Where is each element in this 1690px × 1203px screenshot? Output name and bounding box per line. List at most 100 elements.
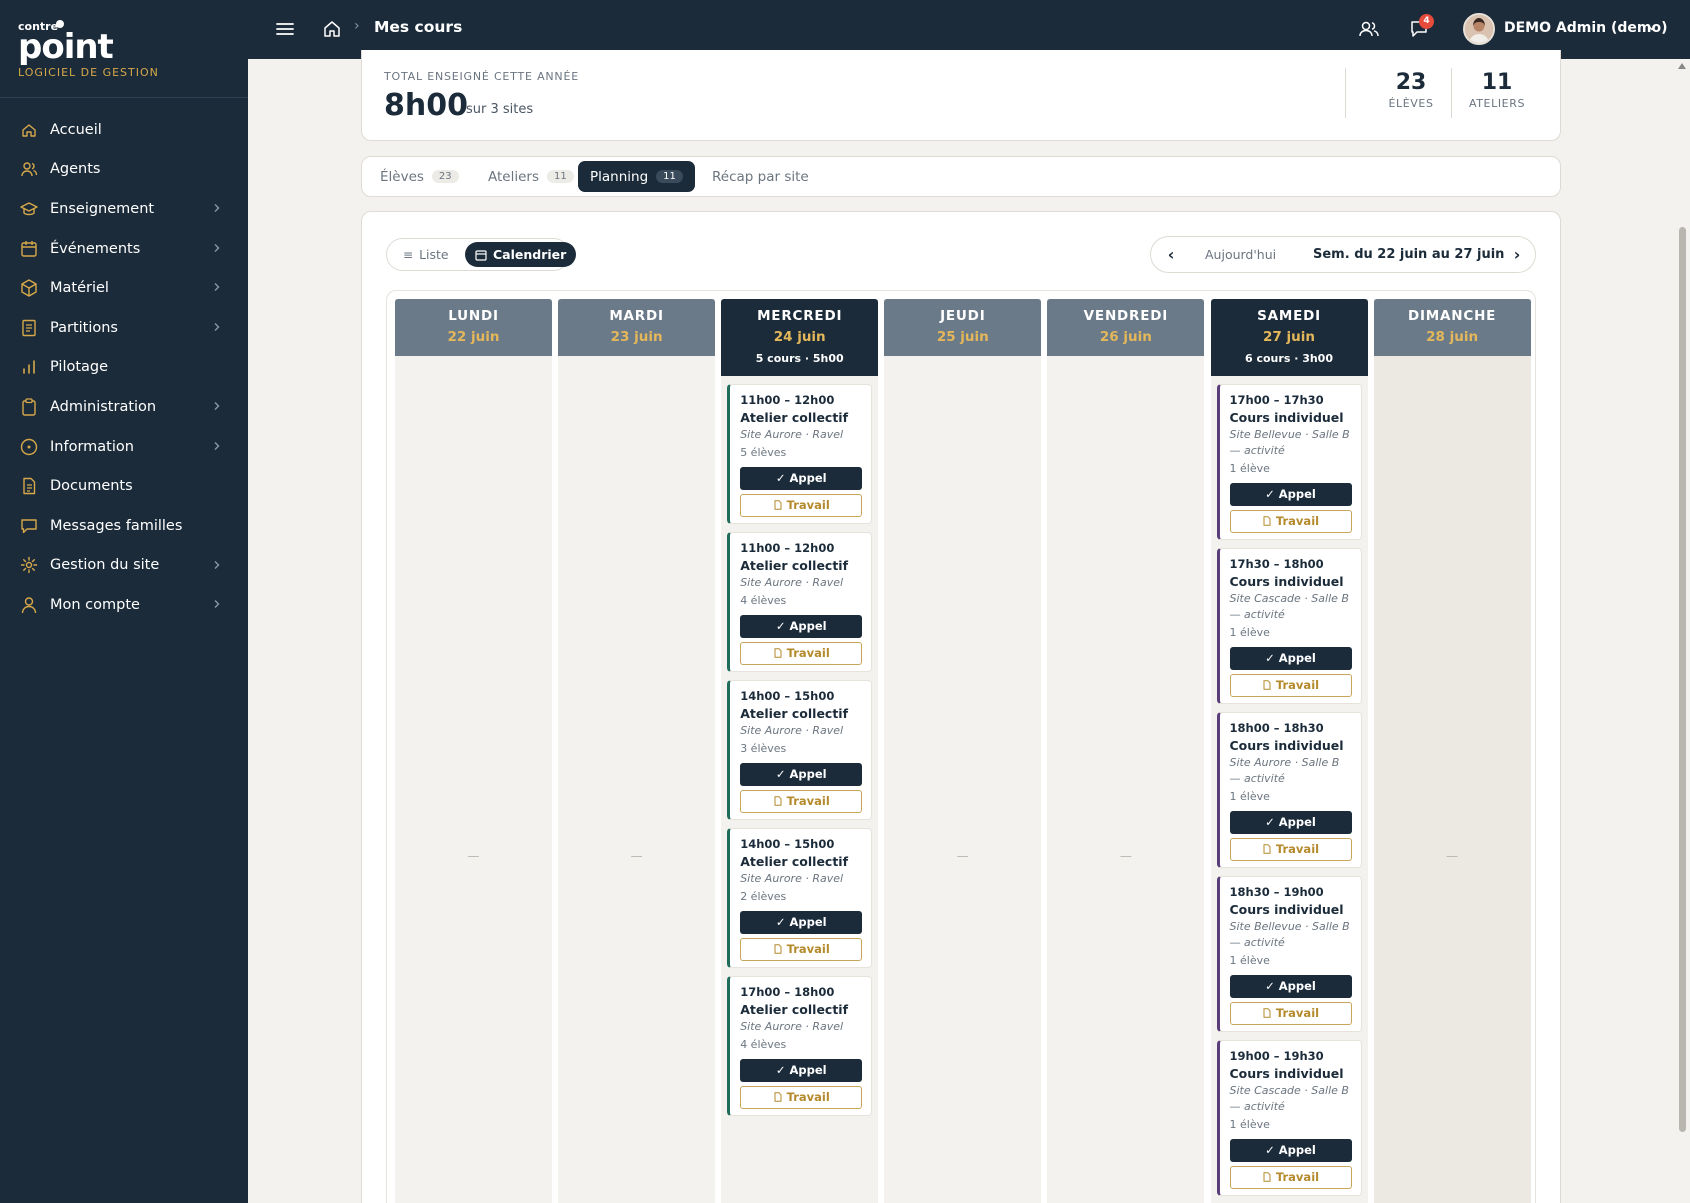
travail-button[interactable]: Travail [1229, 1002, 1352, 1025]
page-scrollbar[interactable] [1675, 59, 1690, 1203]
scroll-thumb[interactable] [1679, 227, 1686, 1132]
chevron-down-icon[interactable] [1646, 22, 1658, 34]
travail-button[interactable]: Travail [740, 1086, 863, 1109]
sidebar-item-messages-familles[interactable]: Messages familles [0, 506, 248, 546]
course-card[interactable]: 11h00 – 12h00 Atelier collectif Site Auror… [727, 532, 873, 672]
appel-button[interactable]: ✓ Appel [1229, 975, 1352, 998]
tab-planning[interactable]: Planning 11 [578, 161, 695, 192]
tab-eleves[interactable]: Élèves 23 [368, 161, 471, 192]
appel-button[interactable]: ✓ Appel [740, 467, 863, 490]
course-location: Site Aurore · Ravel [740, 576, 844, 589]
sidebar-item-materiel[interactable]: Matériel [0, 268, 248, 308]
appel-button[interactable]: ✓ Appel [740, 615, 863, 638]
course-card[interactable]: 11h00 – 12h00 Atelier collectif Site Auror… [727, 384, 873, 524]
tab-ateliers[interactable]: Ateliers 11 [476, 161, 586, 192]
sidebar-item-agents[interactable]: Agents [0, 150, 248, 190]
travail-button[interactable]: Travail [1229, 674, 1352, 697]
travail-button[interactable]: Travail [1229, 838, 1352, 861]
course-card[interactable]: 17h30 – 18h00 Cours individuel Site Cascad… [1216, 548, 1362, 704]
course-card[interactable]: 14h00 – 15h00 Atelier collectif Site Auror… [727, 828, 873, 968]
travail-button[interactable]: Travail [740, 642, 863, 665]
appel-button[interactable]: ✓ Appel [1229, 647, 1352, 670]
course-time: 19h00 – 19h30 [1229, 1049, 1324, 1063]
week-calendar-grid: LUNDI 22 juin — MARDI 23 juin — MERCREDI 24 jui… [386, 290, 1536, 1203]
day-date: 22 juin [447, 329, 500, 345]
view-calendar-button[interactable]: Calendrier [465, 242, 577, 267]
document-icon [23, 477, 36, 495]
sidebar-item-evenements[interactable]: Événements [0, 229, 248, 269]
travail-button[interactable]: Travail [740, 790, 863, 813]
course-location: Site Bellevue · Salle B — activité [1229, 920, 1350, 949]
course-card[interactable]: 17h00 – 18h00 Atelier collectif Site Auror… [727, 976, 873, 1116]
day-name: JEUDI [940, 308, 986, 324]
sidebar-nav: Accueil Agents Enseignement Événements Matér… [0, 110, 248, 625]
travail-label: Travail [1275, 1170, 1320, 1184]
course-card[interactable]: 14h00 – 15h00 Atelier collectif Site Auror… [727, 680, 873, 820]
list-icon: ≡ [403, 247, 414, 262]
tab-recap-par-site[interactable]: Récap par site [700, 161, 821, 192]
sidebar-item-documents[interactable]: Documents [0, 466, 248, 506]
travail-button[interactable]: Travail [740, 494, 863, 517]
appel-button[interactable]: ✓ Appel [740, 911, 863, 934]
box-icon [21, 279, 37, 297]
sidebar-item-gestion-du-site[interactable]: Gestion du site [0, 546, 248, 586]
view-list-label: Liste [419, 247, 449, 262]
course-card[interactable]: 17h00 – 17h30 Cours individuel Site Bellev… [1216, 384, 1362, 540]
sidebar-item-enseignement[interactable]: Enseignement [0, 189, 248, 229]
course-time: 14h00 – 15h00 [740, 689, 835, 703]
user-menu-name[interactable]: DEMO Admin (demo) [1504, 20, 1668, 36]
breadcrumb-home-icon[interactable] [322, 19, 342, 39]
sidebar-item-partitions[interactable]: Partitions [0, 308, 248, 348]
document-icon [774, 796, 782, 806]
sidebar-item-label: Messages familles [50, 517, 183, 534]
travail-button[interactable]: Travail [1229, 1166, 1352, 1189]
stat-number: 23 [1395, 70, 1427, 95]
logo[interactable]: contre point LOGICIEL DE GESTION [18, 18, 228, 80]
course-location: Site Aurore · Ravel [740, 1020, 844, 1033]
course-student-count: 4 élèves [740, 1038, 787, 1051]
chevron-right-icon [214, 204, 220, 213]
sidebar-item-accueil[interactable]: Accueil [0, 110, 248, 150]
course-location: Site Aurore · Ravel [740, 428, 844, 441]
appel-button[interactable]: ✓ Appel [1229, 483, 1352, 506]
appel-button[interactable]: ✓ Appel [740, 763, 863, 786]
document-icon [774, 648, 782, 658]
summary-card: TOTAL ENSEIGNÉ CETTE ANNÉE 8h00 sur 3 si… [361, 50, 1561, 141]
appel-button[interactable]: ✓ Appel [740, 1059, 863, 1082]
document-icon [774, 1092, 782, 1102]
travail-button[interactable]: Travail [740, 938, 863, 961]
home-icon [22, 124, 36, 137]
course-student-count: 2 élèves [740, 890, 787, 903]
day-date: 27 juin [1263, 329, 1315, 345]
users-icon[interactable] [1358, 18, 1380, 40]
day-column: DIMANCHE 28 juin — [1373, 299, 1531, 1203]
stat-label: ATELIERS [1468, 97, 1526, 110]
sheet-icon [22, 319, 36, 336]
next-week-button[interactable]: › [1507, 245, 1527, 265]
day-header: VENDREDI 26 juin [1047, 299, 1205, 356]
sidebar-item-mon-compte[interactable]: Mon compte [0, 585, 248, 625]
course-time: 11h00 – 12h00 [740, 393, 835, 407]
prev-week-button[interactable]: ‹ [1161, 245, 1181, 265]
day-date: 25 juin [936, 329, 989, 345]
sidebar-item-pilotage[interactable]: Pilotage [0, 348, 248, 388]
appel-button[interactable]: ✓ Appel [1229, 1139, 1352, 1162]
course-location: Site Aurore · Ravel [740, 872, 844, 885]
hamburger-menu-icon[interactable] [274, 18, 296, 40]
travail-label: Travail [1275, 678, 1320, 692]
avatar[interactable] [1463, 13, 1495, 45]
scroll-up-arrow[interactable] [1678, 63, 1686, 69]
today-button[interactable]: Aujourd'hui [1205, 247, 1276, 262]
sidebar-item-label: Événements [50, 240, 141, 257]
course-card[interactable]: 19h00 – 19h30 Cours individuel Site Cascad… [1216, 1040, 1362, 1196]
view-list-button[interactable]: ≡ Liste [393, 242, 459, 267]
sidebar-item-information[interactable]: Information [0, 427, 248, 467]
tab-label: Récap par site [712, 168, 809, 185]
course-card[interactable]: 18h30 – 19h00 Cours individuel Site Bellev… [1216, 876, 1362, 1032]
day-column: MARDI 23 juin — [558, 299, 716, 1203]
course-card[interactable]: 18h00 – 18h30 Cours individuel Site Aurore… [1216, 712, 1362, 868]
sidebar-item-administration[interactable]: Administration [0, 387, 248, 427]
appel-button[interactable]: ✓ Appel [1229, 811, 1352, 834]
course-time: 18h00 – 18h30 [1229, 721, 1324, 735]
travail-button[interactable]: Travail [1229, 510, 1352, 533]
